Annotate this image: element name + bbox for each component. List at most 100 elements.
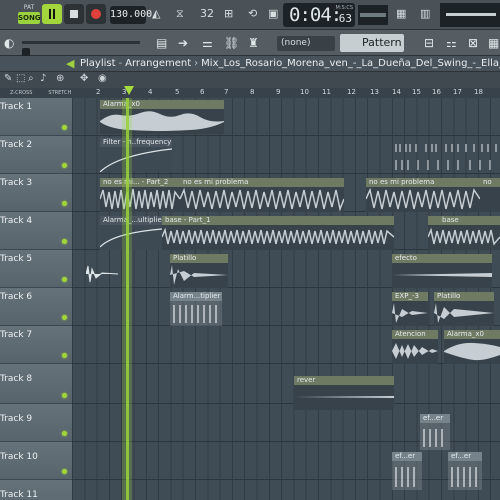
pat-song-toggle[interactable]: PAT SONG [18, 4, 41, 26]
audio-clip[interactable]: no es mi problema [366, 178, 480, 212]
waveform [162, 227, 394, 245]
step-snap-icon[interactable]: 32 [200, 7, 214, 20]
master-volume-slider[interactable] [22, 41, 140, 60]
draw-icon[interactable]: ✎ [4, 73, 12, 84]
pattern-selector[interactable]: Pattern 1 [340, 34, 404, 67]
track-header[interactable]: Track 7 [0, 326, 72, 364]
audio-clip[interactable]: EXP_-3 [392, 292, 428, 326]
piano-icon[interactable]: ▤ [156, 36, 167, 50]
audio-clip[interactable]: Alarma_x0 [100, 100, 224, 134]
countdown-icon[interactable]: ▣ [268, 7, 278, 20]
waveform [180, 187, 344, 212]
track-mute-led[interactable] [62, 393, 67, 398]
audio-clip[interactable]: base [428, 216, 500, 250]
link-icon[interactable]: ⛓ [224, 36, 239, 50]
audio-clip[interactable]: Alarma_x0 [444, 330, 500, 364]
arrow-icon[interactable]: ➔ [178, 36, 188, 50]
audio-clip[interactable]: no [480, 178, 500, 212]
track-header[interactable]: Track 8 [0, 364, 72, 404]
playback-icon[interactable]: ♪ [40, 73, 46, 84]
select-icon[interactable]: ⬚ [16, 73, 25, 84]
track-header[interactable]: Track 3 [0, 174, 72, 212]
track-mute-led[interactable] [62, 277, 67, 282]
audio-clip[interactable]: Platillo [434, 292, 494, 326]
clip-label: rever [294, 376, 394, 385]
master-pitch-icon[interactable]: ◐ [4, 36, 14, 50]
audio-clip[interactable]: efecto [392, 254, 492, 288]
track-mute-led[interactable] [62, 163, 67, 168]
channel-rack-icon[interactable]: ⊠ [468, 36, 478, 50]
metronome-icon[interactable]: ◭ [152, 7, 160, 20]
pattern-clip[interactable]: Alarm...tiplier [170, 292, 222, 326]
pause-button[interactable] [42, 4, 62, 24]
tempo-display[interactable]: 130.000 [110, 6, 152, 24]
clone-pattern-icon[interactable]: ⊟ [424, 36, 434, 50]
pattern-clip[interactable]: ef...er [420, 414, 450, 450]
piano-roll-icon[interactable]: ▦ [488, 36, 499, 50]
wait-input-icon[interactable]: ⧖ [176, 7, 184, 21]
snap-icon[interactable]: ⊕ [56, 73, 64, 84]
track-header[interactable]: Track 5 [0, 250, 72, 288]
track-header[interactable]: Track 11 [0, 480, 72, 500]
blend-notes-icon[interactable]: ⊞ [224, 7, 233, 20]
drum-pattern-clip[interactable] [392, 142, 500, 172]
track-header[interactable]: Track 6 [0, 288, 72, 326]
audio-clip[interactable]: Platillo [170, 254, 228, 288]
clip-label: Filter - n..frequency [100, 138, 172, 147]
move-icon[interactable]: ✥ [80, 73, 88, 84]
automation-curve [100, 148, 172, 172]
time-display[interactable]: 0:04: M:S:CS 63 [283, 3, 355, 27]
pat-label[interactable]: PAT [18, 4, 40, 12]
record-button[interactable] [86, 4, 106, 24]
playhead-marker[interactable] [124, 86, 134, 95]
stop-button[interactable] [64, 4, 84, 24]
clip-label: Alarma_x0 [100, 100, 224, 109]
track-mute-led[interactable] [62, 201, 67, 206]
zcross-stretch[interactable]: Z-CROSS STRETCH [0, 88, 72, 98]
waveform [434, 303, 494, 323]
track-header[interactable]: Track 2 [0, 136, 72, 174]
track-name: Track 7 [0, 330, 33, 340]
song-label[interactable]: SONG [18, 12, 41, 24]
track-header[interactable]: Track 10 [0, 442, 72, 480]
clip-label: Platillo [434, 292, 494, 301]
loop-record-icon[interactable]: ⟲ [248, 7, 257, 20]
stretch-label: STRETCH [48, 90, 72, 96]
pattern-clip[interactable]: ef...er [448, 452, 482, 490]
mixer-icon[interactable]: ⚏ [446, 36, 457, 50]
track-mute-led[interactable] [62, 353, 67, 358]
hit-waveform[interactable] [86, 264, 118, 284]
zoom-icon[interactable]: ⌕ [28, 73, 34, 84]
track-name: Track 3 [0, 178, 33, 188]
fl-studio-window: PAT SONG 130.000 ◭ ⧖ 32 ⊞ ⟲ ▣ 0:04: M:S:… [0, 0, 500, 500]
audio-clip[interactable]: no es mi... - Part_2 [100, 178, 180, 212]
track-header[interactable]: Track 4 [0, 212, 72, 250]
track-mute-led[interactable] [62, 431, 67, 436]
track-header[interactable]: Track 9 [0, 404, 72, 442]
sliders-icon[interactable]: ⚌ [202, 36, 213, 50]
track-mute-led[interactable] [62, 125, 67, 130]
track-name: Track 9 [0, 414, 33, 424]
audio-clip[interactable]: Atencion [392, 330, 438, 364]
audio-clip[interactable]: rever [294, 376, 394, 410]
bar-number: 9 [276, 88, 281, 96]
audio-clip[interactable]: no es mi problema [180, 178, 344, 212]
track-header[interactable]: Track 1 [0, 98, 72, 136]
track-mute-led[interactable] [62, 469, 67, 474]
bar-number: 17 [453, 88, 462, 96]
track-mute-led[interactable] [62, 315, 67, 320]
automation-clip[interactable]: Filter - n..frequency [100, 138, 172, 172]
track-mute-led[interactable] [62, 239, 67, 244]
grid-icon[interactable]: ▦ [396, 7, 406, 20]
audio-clip[interactable]: base - Part_1 [162, 216, 394, 250]
pattern-notes [423, 429, 443, 447]
snap-selector[interactable]: (none) [277, 36, 335, 51]
magnet-icon[interactable]: ◉ [98, 73, 107, 84]
timeline-ruler[interactable]: 2 3 4 5 6 7 8 9 10 11 12 13 14 15 16 17 … [72, 88, 500, 98]
playlist-titlebar[interactable]: ◀ Playlist - Arrangement › Mix_Los_Rosario_M… [0, 56, 500, 72]
track-name: Track 10 [0, 452, 38, 462]
pattern-clip[interactable]: ef...er [392, 452, 422, 490]
stamp-icon[interactable]: ♜ [248, 36, 259, 50]
bar-number: 12 [347, 88, 356, 96]
playlist-grid[interactable]: Alarma_x0 Filter - n..frequency no es mi… [72, 98, 500, 500]
